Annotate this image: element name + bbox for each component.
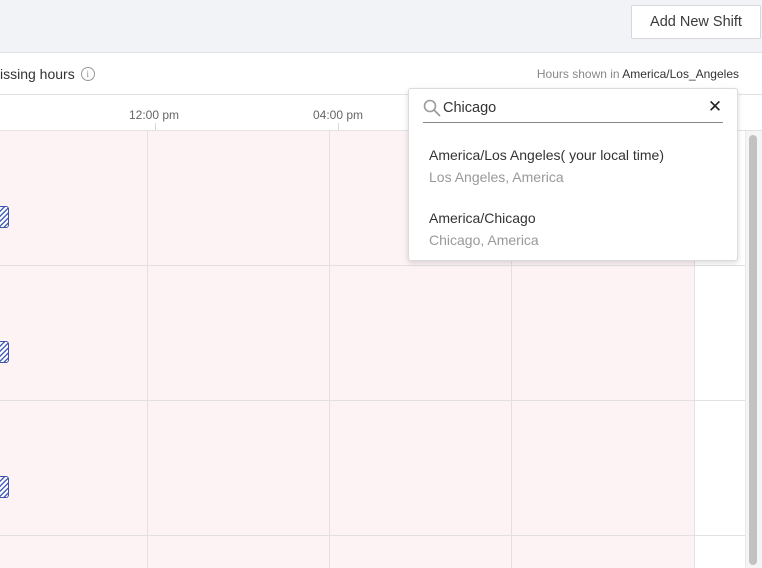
timezone-search-row: ✕	[423, 97, 723, 123]
add-new-shift-button[interactable]: Add New Shift	[631, 5, 761, 39]
grid-cell[interactable]	[512, 401, 695, 535]
grid-cell[interactable]	[148, 536, 330, 568]
timezone-option[interactable]: America/Los Angeles( your local time) Lo…	[429, 147, 719, 185]
timezone-search-input[interactable]	[443, 97, 693, 119]
timezone-link[interactable]: America/Los_Angeles	[622, 67, 739, 81]
grid-cell[interactable]	[148, 401, 330, 535]
grid-cell[interactable]	[148, 131, 330, 265]
timezone-dropdown: ✕ America/Los Angeles( your local time) …	[408, 88, 738, 261]
time-tick-label: 04:00 pm	[313, 108, 364, 122]
shift-block-hatched[interactable]	[0, 341, 9, 363]
grid-cell[interactable]	[512, 536, 695, 568]
hours-shown-prefix: Hours shown in	[536, 67, 620, 81]
grid-cell[interactable]	[330, 536, 512, 568]
scrollbar-thumb[interactable]	[749, 135, 757, 565]
timezone-option[interactable]: America/Chicago Chicago, America	[429, 210, 719, 248]
shift-block-hatched[interactable]	[0, 206, 9, 228]
grid-cell[interactable]	[330, 266, 512, 400]
time-tick-label: 12:00 pm	[129, 108, 180, 122]
info-icon[interactable]: i	[80, 67, 95, 81]
grid-cell[interactable]	[330, 401, 512, 535]
grid-cell[interactable]	[0, 131, 148, 265]
timezone-option-subtitle: Los Angeles, America	[429, 169, 564, 185]
grid-cell[interactable]	[148, 266, 330, 400]
timezone-option-title: America/Los Angeles( your local time)	[429, 147, 664, 163]
grid-cell[interactable]	[0, 536, 148, 568]
close-icon[interactable]: ✕	[707, 98, 723, 116]
hours-shown-label: Hours shown in America/Los_Angeles	[537, 67, 739, 81]
missing-hours-label: issing hours i	[0, 66, 95, 82]
shift-block-hatched[interactable]	[0, 476, 9, 498]
grid-cell[interactable]	[0, 401, 148, 535]
time-tick-mark	[155, 123, 156, 130]
search-icon	[423, 99, 441, 122]
time-tick-mark	[338, 123, 339, 130]
top-toolbar: Add New Shift	[0, 0, 762, 53]
timezone-option-title: America/Chicago	[429, 210, 536, 226]
missing-hours-text: issing hours	[0, 66, 75, 82]
timezone-option-subtitle: Chicago, America	[429, 232, 539, 248]
grid-cell[interactable]	[0, 266, 148, 400]
vertical-scrollbar[interactable]	[745, 131, 762, 568]
grid-cell[interactable]	[512, 266, 695, 400]
